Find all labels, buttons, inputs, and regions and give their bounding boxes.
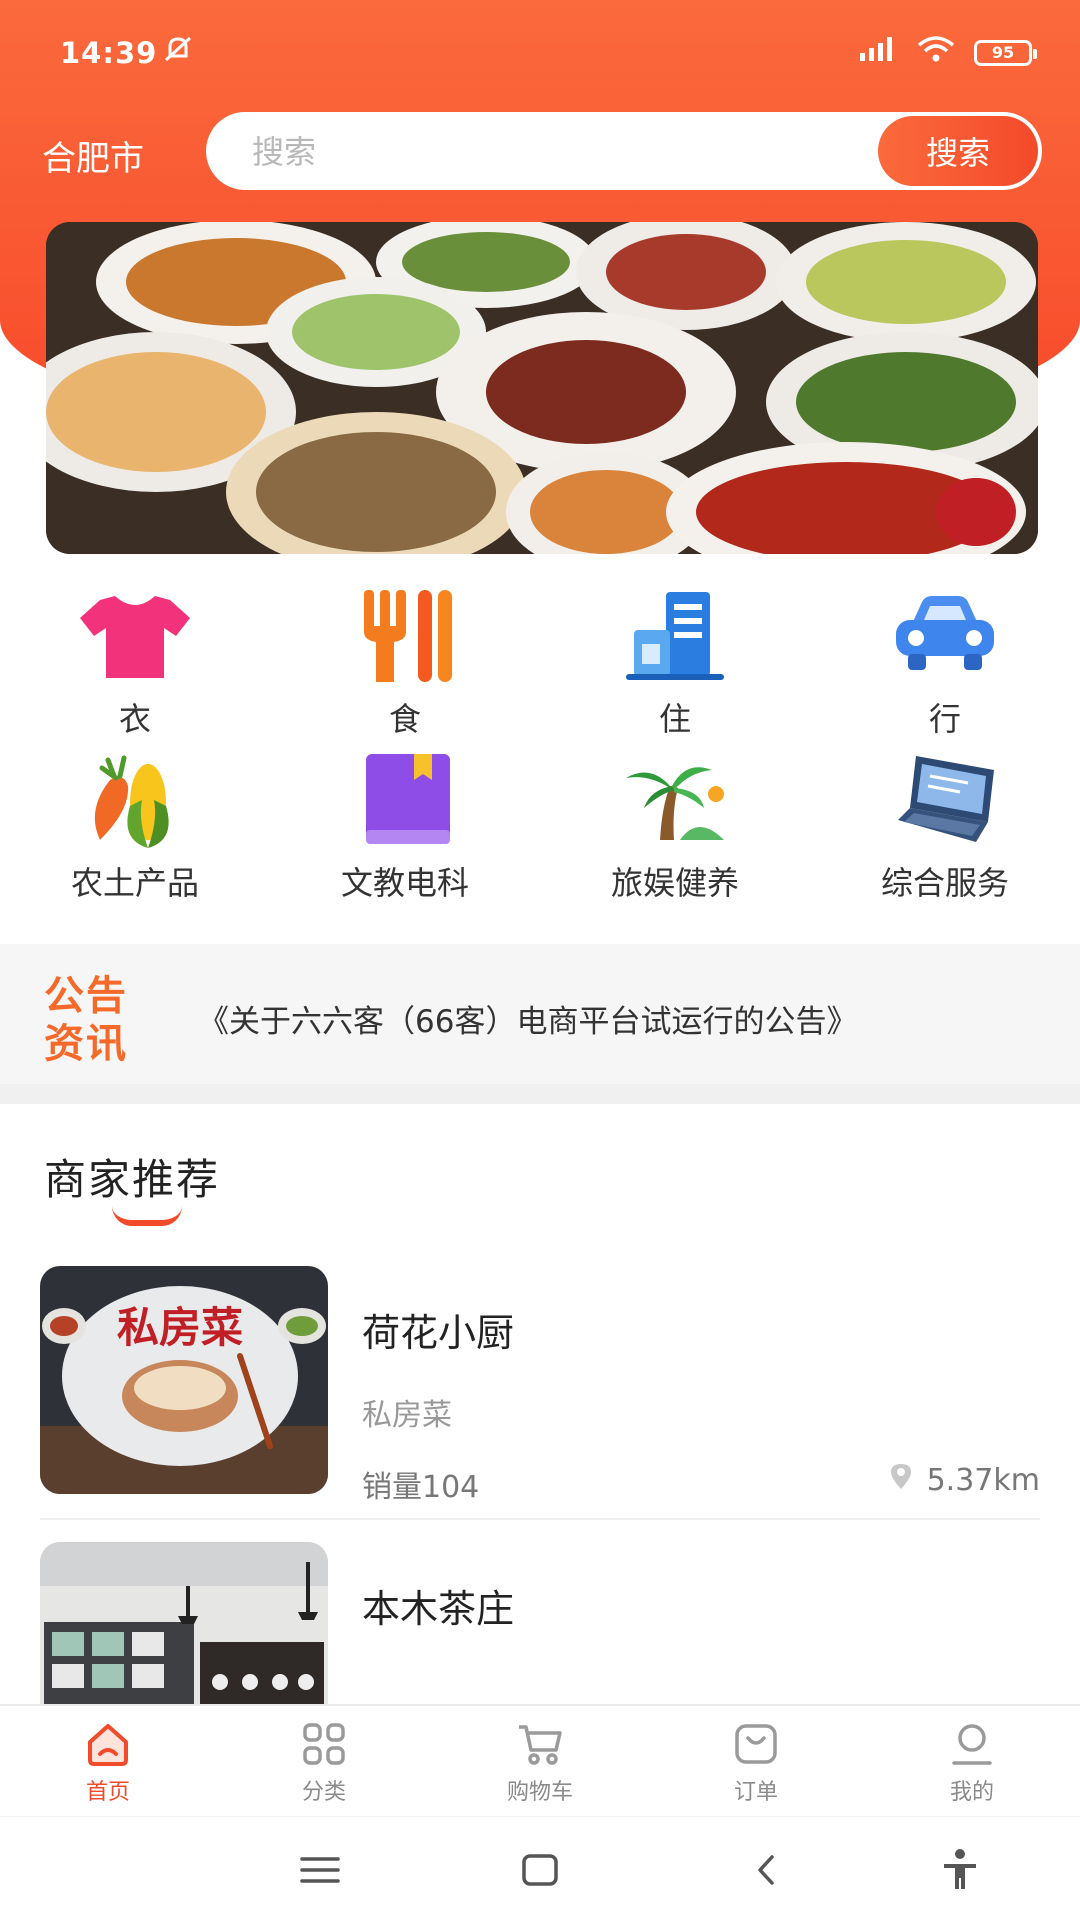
category-label: 综合服务 bbox=[880, 864, 1009, 902]
menu-icon[interactable] bbox=[290, 1845, 350, 1895]
car-icon bbox=[890, 586, 1000, 686]
banner-image[interactable] bbox=[46, 222, 1038, 554]
battery-icon: 95 bbox=[974, 39, 1037, 66]
home-icon bbox=[84, 1720, 132, 1768]
merchant-sales: 销量104 bbox=[362, 1470, 480, 1505]
category-label: 旅娱健养 bbox=[610, 864, 739, 902]
notice-tag-line2: 资讯 bbox=[44, 1021, 128, 1067]
location-pin-icon bbox=[889, 1462, 913, 1498]
category-label: 文教电科 bbox=[340, 864, 469, 902]
cart-icon bbox=[516, 1720, 564, 1768]
notice-text[interactable]: 《关于六六客（66客）电商平台试运行的公告》 bbox=[198, 996, 857, 1041]
merchant-distance: 5.37km bbox=[889, 1462, 1040, 1498]
merchant-card[interactable]: 本木茶庄 bbox=[40, 1542, 1040, 1704]
laptop-icon bbox=[890, 750, 1000, 850]
vegetables-icon bbox=[80, 750, 190, 850]
merchant-name: 荷花小厨 bbox=[362, 1311, 515, 1355]
search-input[interactable] bbox=[250, 124, 814, 180]
list-divider bbox=[40, 1518, 1040, 1520]
palm-tree-icon bbox=[620, 750, 730, 850]
tshirt-icon bbox=[80, 586, 190, 686]
tab-profile[interactable]: 我的 bbox=[864, 1720, 1080, 1806]
thumbnail-text: 私房菜 bbox=[117, 1303, 243, 1352]
notice-tag: 公告 资讯 bbox=[44, 972, 144, 1068]
search-button[interactable]: 搜索 bbox=[878, 116, 1038, 186]
status-time: 14:39 bbox=[60, 36, 158, 70]
notice-tag-line1: 公告 bbox=[44, 973, 128, 1019]
category-label: 住 bbox=[658, 700, 691, 738]
back-icon[interactable] bbox=[736, 1845, 796, 1895]
signal-icon bbox=[858, 35, 898, 70]
mute-icon bbox=[162, 34, 194, 71]
status-bar: 14:39 95 bbox=[0, 0, 1080, 100]
utensils-icon bbox=[350, 586, 460, 686]
tab-home[interactable]: 首页 bbox=[0, 1720, 216, 1806]
tab-label: 分类 bbox=[301, 1780, 346, 1805]
tab-label: 购物车 bbox=[506, 1780, 573, 1805]
category-label: 农土产品 bbox=[70, 864, 199, 902]
category-label: 行 bbox=[928, 700, 961, 738]
tab-label: 订单 bbox=[733, 1780, 778, 1805]
merchant-thumbnail[interactable] bbox=[40, 1542, 328, 1704]
search-bar: 搜索 bbox=[206, 112, 1042, 190]
tab-orders[interactable]: 订单 bbox=[648, 1720, 864, 1806]
distance-value: 5.37km bbox=[926, 1462, 1040, 1498]
profile-icon bbox=[948, 1720, 996, 1768]
battery-level: 95 bbox=[991, 43, 1015, 62]
tab-cart[interactable]: 购物车 bbox=[432, 1720, 648, 1806]
notice-bar[interactable]: 公告 资讯 《关于六六客（66客）电商平台试运行的公告》 bbox=[0, 944, 1080, 1084]
home-nav-icon[interactable] bbox=[510, 1845, 570, 1895]
section-divider bbox=[0, 1084, 1080, 1104]
category-label: 衣 bbox=[118, 700, 151, 738]
tab-label: 我的 bbox=[949, 1780, 994, 1805]
accessibility-icon[interactable] bbox=[930, 1845, 990, 1895]
merchant-thumbnail[interactable]: 私房菜 bbox=[40, 1266, 328, 1494]
category-icon bbox=[300, 1720, 348, 1768]
merchant-type: 私房菜 bbox=[362, 1398, 452, 1433]
merchant-name: 本木茶庄 bbox=[362, 1587, 515, 1631]
building-icon bbox=[620, 586, 730, 686]
tab-category[interactable]: 分类 bbox=[216, 1720, 432, 1806]
book-icon bbox=[350, 750, 460, 850]
wifi-icon bbox=[916, 34, 956, 71]
tab-label: 首页 bbox=[85, 1780, 130, 1805]
category-label: 食 bbox=[388, 700, 421, 738]
merchant-card[interactable]: 私房菜 荷花小厨 私房菜 销量104 5.37km bbox=[40, 1266, 1040, 1505]
city-selector[interactable]: 合肥市 bbox=[42, 131, 144, 180]
section-title: 商家推荐 bbox=[44, 1155, 221, 1204]
system-nav-bar bbox=[0, 1816, 1080, 1921]
title-underline bbox=[112, 1206, 182, 1226]
order-icon bbox=[732, 1720, 780, 1768]
status-right: 95 bbox=[858, 34, 1037, 71]
bottom-tab-bar: 首页 分类 购物车 订单 我的 bbox=[0, 1704, 1080, 1818]
